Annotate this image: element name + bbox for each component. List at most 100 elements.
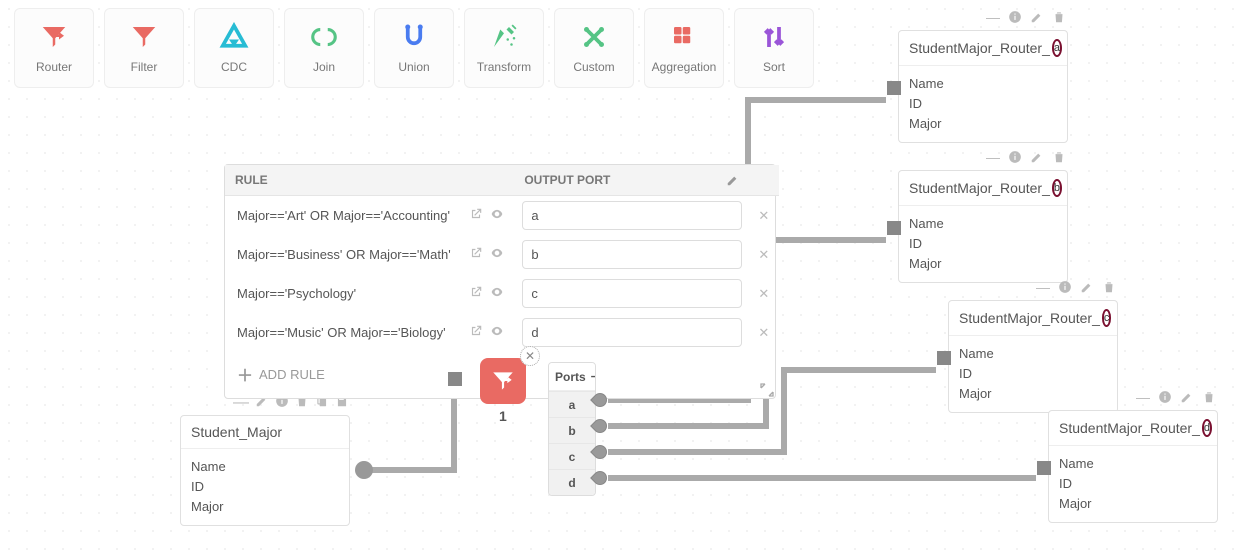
minimize-icon[interactable]: — [1135, 389, 1151, 405]
output-port-input[interactable] [522, 318, 742, 347]
rule-text[interactable]: Major=='Art' OR Major=='Accounting' [225, 196, 459, 236]
edit-icon[interactable] [1079, 279, 1095, 295]
open-rule-icon[interactable] [467, 287, 485, 302]
tool-router[interactable]: Router [14, 8, 94, 88]
tool-cdc[interactable]: CDC [194, 8, 274, 88]
target-node-c[interactable]: — StudentMajor_Router_c NameIDMajor [948, 300, 1118, 413]
field: ID [909, 94, 1057, 114]
rule-text[interactable]: Major=='Music' OR Major=='Biology' [225, 313, 459, 352]
field: Major [909, 254, 1057, 274]
node-fields: NameIDMajor [1049, 446, 1217, 522]
eye-icon[interactable] [488, 209, 506, 224]
tool-filter[interactable]: Filter [104, 8, 184, 88]
suffix-badge: c [1102, 309, 1112, 327]
minimize-icon[interactable]: — [985, 149, 1001, 165]
field: Name [191, 457, 339, 477]
expand-icon[interactable] [757, 380, 777, 400]
output-header: OUTPUT PORT [514, 165, 750, 196]
open-rule-icon[interactable] [467, 326, 485, 341]
rule-text[interactable]: Major=='Psychology' [225, 274, 459, 313]
edit-columns-icon[interactable] [726, 173, 740, 190]
node-action-icons: — [1035, 279, 1117, 295]
node-action-icons: — [985, 9, 1067, 25]
router-ports-box: Ports ＋ abcd [548, 362, 596, 496]
field: ID [191, 477, 339, 497]
ports-header: Ports ＋ [549, 363, 595, 391]
edit-icon[interactable] [1029, 9, 1045, 25]
toolbar: RouterFilterCDCJoinUnionTransformCustomA… [14, 8, 814, 88]
target-input-port[interactable] [887, 221, 901, 235]
tool-custom[interactable]: Custom [554, 8, 634, 88]
tool-join[interactable]: Join [284, 8, 364, 88]
trash-icon[interactable] [1101, 279, 1117, 295]
node-action-icons: — [985, 149, 1067, 165]
edit-icon[interactable] [1179, 389, 1195, 405]
info-icon[interactable] [1157, 389, 1173, 405]
port-row-a[interactable]: a [549, 391, 595, 417]
eye-icon[interactable] [488, 326, 506, 341]
field: Name [909, 74, 1057, 94]
router-label: 1 [499, 408, 507, 424]
field: Major [1059, 494, 1207, 514]
field: ID [1059, 474, 1207, 494]
node-title: StudentMajor_Router_d [1049, 411, 1217, 446]
router-node-icon[interactable] [480, 358, 526, 404]
node-title: Student_Major [181, 416, 349, 449]
node-fields: NameIDMajor [899, 66, 1067, 142]
tool-union[interactable]: Union [374, 8, 454, 88]
delete-rule-icon[interactable]: ✕ [750, 313, 779, 352]
suffix-badge: d [1202, 419, 1212, 437]
output-port-input[interactable] [522, 279, 742, 308]
eye-icon[interactable] [488, 248, 506, 263]
port-row-d[interactable]: d [549, 469, 595, 495]
tool-transform[interactable]: Transform [464, 8, 544, 88]
info-icon[interactable] [1057, 279, 1073, 295]
trash-icon[interactable] [1051, 9, 1067, 25]
node-title: StudentMajor_Router_a [899, 31, 1067, 66]
node-fields: NameIDMajor [949, 336, 1117, 412]
delete-rule-icon[interactable]: ✕ [750, 235, 779, 274]
target-node-b[interactable]: — StudentMajor_Router_b NameIDMajor [898, 170, 1068, 283]
target-node-d[interactable]: — StudentMajor_Router_d NameIDMajor [1048, 410, 1218, 523]
source-node[interactable]: — Student_Major NameIDMajor [180, 415, 350, 526]
node-title: StudentMajor_Router_c [949, 301, 1117, 336]
field: Major [959, 384, 1107, 404]
open-rule-icon[interactable] [467, 248, 485, 263]
open-rule-icon[interactable] [467, 209, 485, 224]
field: Name [909, 214, 1057, 234]
target-input-port[interactable] [1037, 461, 1051, 475]
field: ID [909, 234, 1057, 254]
node-fields: NameIDMajor [181, 449, 349, 525]
info-icon[interactable] [1007, 149, 1023, 165]
tool-sort[interactable]: Sort [734, 8, 814, 88]
edit-icon[interactable] [1029, 149, 1045, 165]
minimize-icon[interactable]: — [1035, 279, 1051, 295]
rule-text[interactable]: Major=='Business' OR Major=='Math' [225, 235, 459, 274]
info-icon[interactable] [1007, 9, 1023, 25]
router-close-icon[interactable]: ✕ [520, 346, 540, 366]
router-input-port[interactable] [448, 372, 462, 386]
output-port-input[interactable] [522, 201, 742, 230]
trash-icon[interactable] [1201, 389, 1217, 405]
target-node-a[interactable]: — StudentMajor_Router_a NameIDMajor [898, 30, 1068, 143]
field: Name [1059, 454, 1207, 474]
target-input-port[interactable] [887, 81, 901, 95]
field: ID [959, 364, 1107, 384]
suffix-badge: b [1052, 179, 1062, 197]
trash-icon[interactable] [1051, 149, 1067, 165]
minimize-icon[interactable]: — [985, 9, 1001, 25]
source-output-port[interactable] [355, 461, 373, 479]
node-title: StudentMajor_Router_b [899, 171, 1067, 206]
node-fields: NameIDMajor [899, 206, 1067, 282]
target-input-port[interactable] [937, 351, 951, 365]
eye-icon[interactable] [488, 287, 506, 302]
add-port-icon[interactable]: ＋ [590, 368, 596, 385]
port-row-b[interactable]: b [549, 417, 595, 443]
delete-rule-icon[interactable]: ✕ [750, 274, 779, 313]
delete-rule-icon[interactable]: ✕ [750, 196, 779, 236]
output-port-input[interactable] [522, 240, 742, 269]
field: Major [191, 497, 339, 517]
tool-aggregation[interactable]: Aggregation [644, 8, 724, 88]
port-row-c[interactable]: c [549, 443, 595, 469]
suffix-badge: a [1052, 39, 1062, 57]
